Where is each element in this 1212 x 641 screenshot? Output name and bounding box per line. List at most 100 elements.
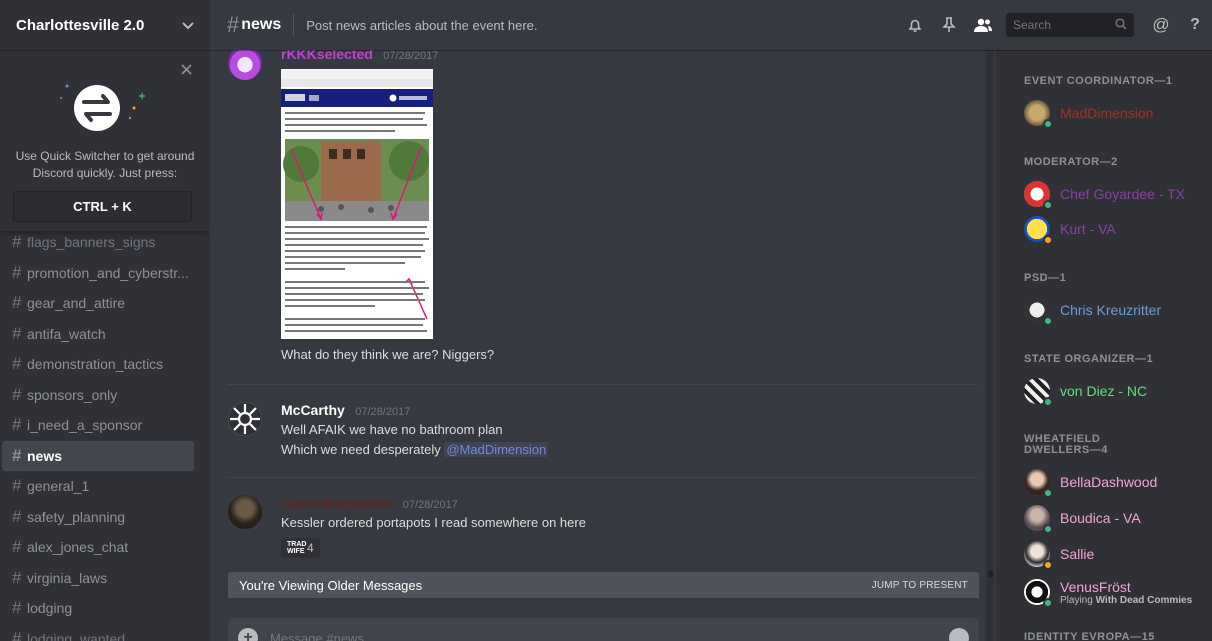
avatar (1024, 505, 1053, 534)
search-input[interactable]: Search (1006, 13, 1134, 37)
channel-name: safety_planning (27, 508, 126, 525)
channel-sidebar: Charlottesville 2.0 # flags_banners_signs… (0, 0, 210, 641)
channel-item[interactable]: # safety_planning (2, 502, 194, 533)
channel-item[interactable]: # promotion_and_cyberstr... (2, 258, 194, 289)
activity-prefix: Playing (1060, 594, 1096, 606)
reaction-button[interactable]: TRAD WIFE 4 (281, 538, 320, 558)
channel-topic: Post news articles about the event here. (306, 17, 538, 33)
older-messages-bar: You're Viewing Older Messages JUMP TO PR… (228, 572, 979, 598)
avatar[interactable] (228, 402, 262, 436)
guild-header[interactable]: Charlottesville 2.0 (0, 0, 210, 50)
status-indicator (1043, 560, 1053, 570)
message-item: rKKKselected 07/28/2017 What do they thi… (228, 50, 978, 365)
channel-item[interactable]: # flags_banners_signs (2, 227, 194, 258)
message-divider (228, 384, 978, 385)
hash-icon: # (12, 384, 22, 404)
channel-title: news (241, 16, 282, 33)
channel-name: virginia_laws (27, 569, 108, 586)
mention-icon[interactable]: @ (1144, 15, 1178, 35)
avatar (1024, 181, 1053, 210)
role-header: STATE ORGANIZER—1 (1024, 353, 1154, 365)
user-mention[interactable]: @MadDimension (444, 442, 549, 457)
channel-item[interactable]: # lodging (2, 593, 194, 624)
status-indicator (1043, 235, 1053, 245)
message-text-line: Which we need desperately @MadDimension (281, 440, 978, 460)
member-item[interactable]: Chris Kreuzritter (1024, 295, 1161, 326)
message-author[interactable]: McCarthy (281, 402, 345, 418)
upload-plus-icon[interactable]: + (238, 628, 258, 641)
member-item[interactable]: MadDimension (1024, 98, 1154, 129)
avatar (1024, 378, 1053, 407)
channel-name: antifa_watch (27, 325, 106, 342)
member-item[interactable]: BellaDashwood (1024, 467, 1157, 498)
status-indicator (1043, 316, 1053, 326)
chat-scrollbar-thumb[interactable] (988, 570, 993, 578)
message-input[interactable]: Message #news (270, 631, 949, 641)
channel-item[interactable]: # alex_jones_chat (2, 532, 194, 563)
channel-item[interactable]: # virginia_laws (2, 563, 194, 594)
channel-item[interactable]: # i_need_a_sponsor (2, 410, 194, 441)
help-icon[interactable]: ? (1178, 16, 1212, 34)
message-item: Stannisthemannis 07/28/2017 Kessler orde… (228, 495, 978, 558)
member-name: MadDimension (1060, 105, 1154, 121)
member-item[interactable]: Kurt - VA (1024, 214, 1116, 245)
member-item[interactable]: Boudica - VA (1024, 503, 1141, 534)
hash-icon: # (12, 506, 22, 526)
role-header: WHEATFIELD DWELLERS—4 (1024, 433, 1108, 456)
older-messages-text: You're Viewing Older Messages (239, 577, 423, 593)
avatar (1024, 216, 1053, 245)
bell-icon[interactable] (898, 17, 932, 33)
status-indicator (1043, 200, 1053, 210)
message-author[interactable]: Stannisthemannis (281, 495, 392, 511)
channel-item[interactable]: # demonstration_tactics (2, 349, 194, 380)
role-header: IDENTITY EVROPA—15 (1024, 631, 1155, 641)
emoji-picker-icon[interactable] (949, 628, 969, 641)
member-item[interactable]: Chef Goyardee - TX (1024, 179, 1185, 210)
hash-icon: # (12, 293, 22, 313)
message-text: What do they think we are? Niggers? (281, 347, 495, 362)
channel-name: general_1 (27, 478, 90, 495)
news-screenshot-image[interactable] (281, 69, 433, 339)
member-info: VenusFröst Playing With Dead Commies (1060, 579, 1192, 606)
guild-name: Charlottesville 2.0 (16, 16, 145, 34)
quick-switcher-text: Use Quick Switcher to get around Discord… (15, 149, 195, 180)
member-item[interactable]: VenusFröst Playing With Dead Commies (1024, 575, 1192, 609)
jump-to-present-button[interactable]: JUMP TO PRESENT (872, 580, 968, 591)
member-list: EVENT COORDINATOR—1 MadDimension MODERAT… (996, 50, 1212, 641)
message-author[interactable]: rKKKselected (281, 50, 373, 62)
message-text: Which we need desperately (281, 442, 441, 457)
member-item[interactable]: von Diez - NC (1024, 376, 1147, 407)
message-divider (228, 477, 978, 478)
channel-name: demonstration_tactics (27, 356, 164, 373)
message-composer: + Message #news (228, 618, 979, 641)
channel-item[interactable]: # lodging_wanted (2, 624, 194, 641)
channel-name: news (27, 447, 63, 464)
avatar[interactable] (228, 495, 262, 529)
channel-name: i_need_a_sponsor (27, 417, 143, 434)
channel-item[interactable]: # antifa_watch (2, 319, 194, 350)
close-icon[interactable] (181, 62, 192, 80)
members-icon[interactable] (966, 17, 1000, 33)
channel-item[interactable]: # news (2, 440, 194, 471)
channel-item[interactable]: # gear_and_attire (2, 288, 194, 319)
hash-icon: # (12, 598, 22, 618)
member-item[interactable]: Sallie (1024, 539, 1094, 570)
channel-name: promotion_and_cyberstr... (27, 264, 189, 281)
avatar (1024, 100, 1053, 129)
avatar[interactable] (228, 50, 262, 80)
quick-switcher-shortcut: CTRL + K (13, 191, 192, 222)
avatar (1024, 297, 1053, 326)
hash-icon: # (12, 445, 22, 465)
channel-list: # flags_banners_signs # promotion_and_cyber… (0, 227, 210, 641)
pin-icon[interactable] (932, 17, 966, 33)
member-name: Boudica - VA (1060, 510, 1141, 526)
channel-item[interactable]: # general_1 (2, 471, 194, 502)
switch-arrows-icon (55, 78, 155, 140)
hash-icon: # (227, 12, 240, 37)
chevron-down-icon[interactable] (182, 17, 194, 33)
chat-scrollbar[interactable] (986, 50, 994, 641)
message-item: McCarthy 07/28/2017 Well AFAIK we have n… (228, 402, 978, 460)
channel-name: gear_and_attire (27, 295, 126, 312)
member-name: VenusFröst (1060, 578, 1131, 595)
channel-item[interactable]: # sponsors_only (2, 380, 194, 411)
